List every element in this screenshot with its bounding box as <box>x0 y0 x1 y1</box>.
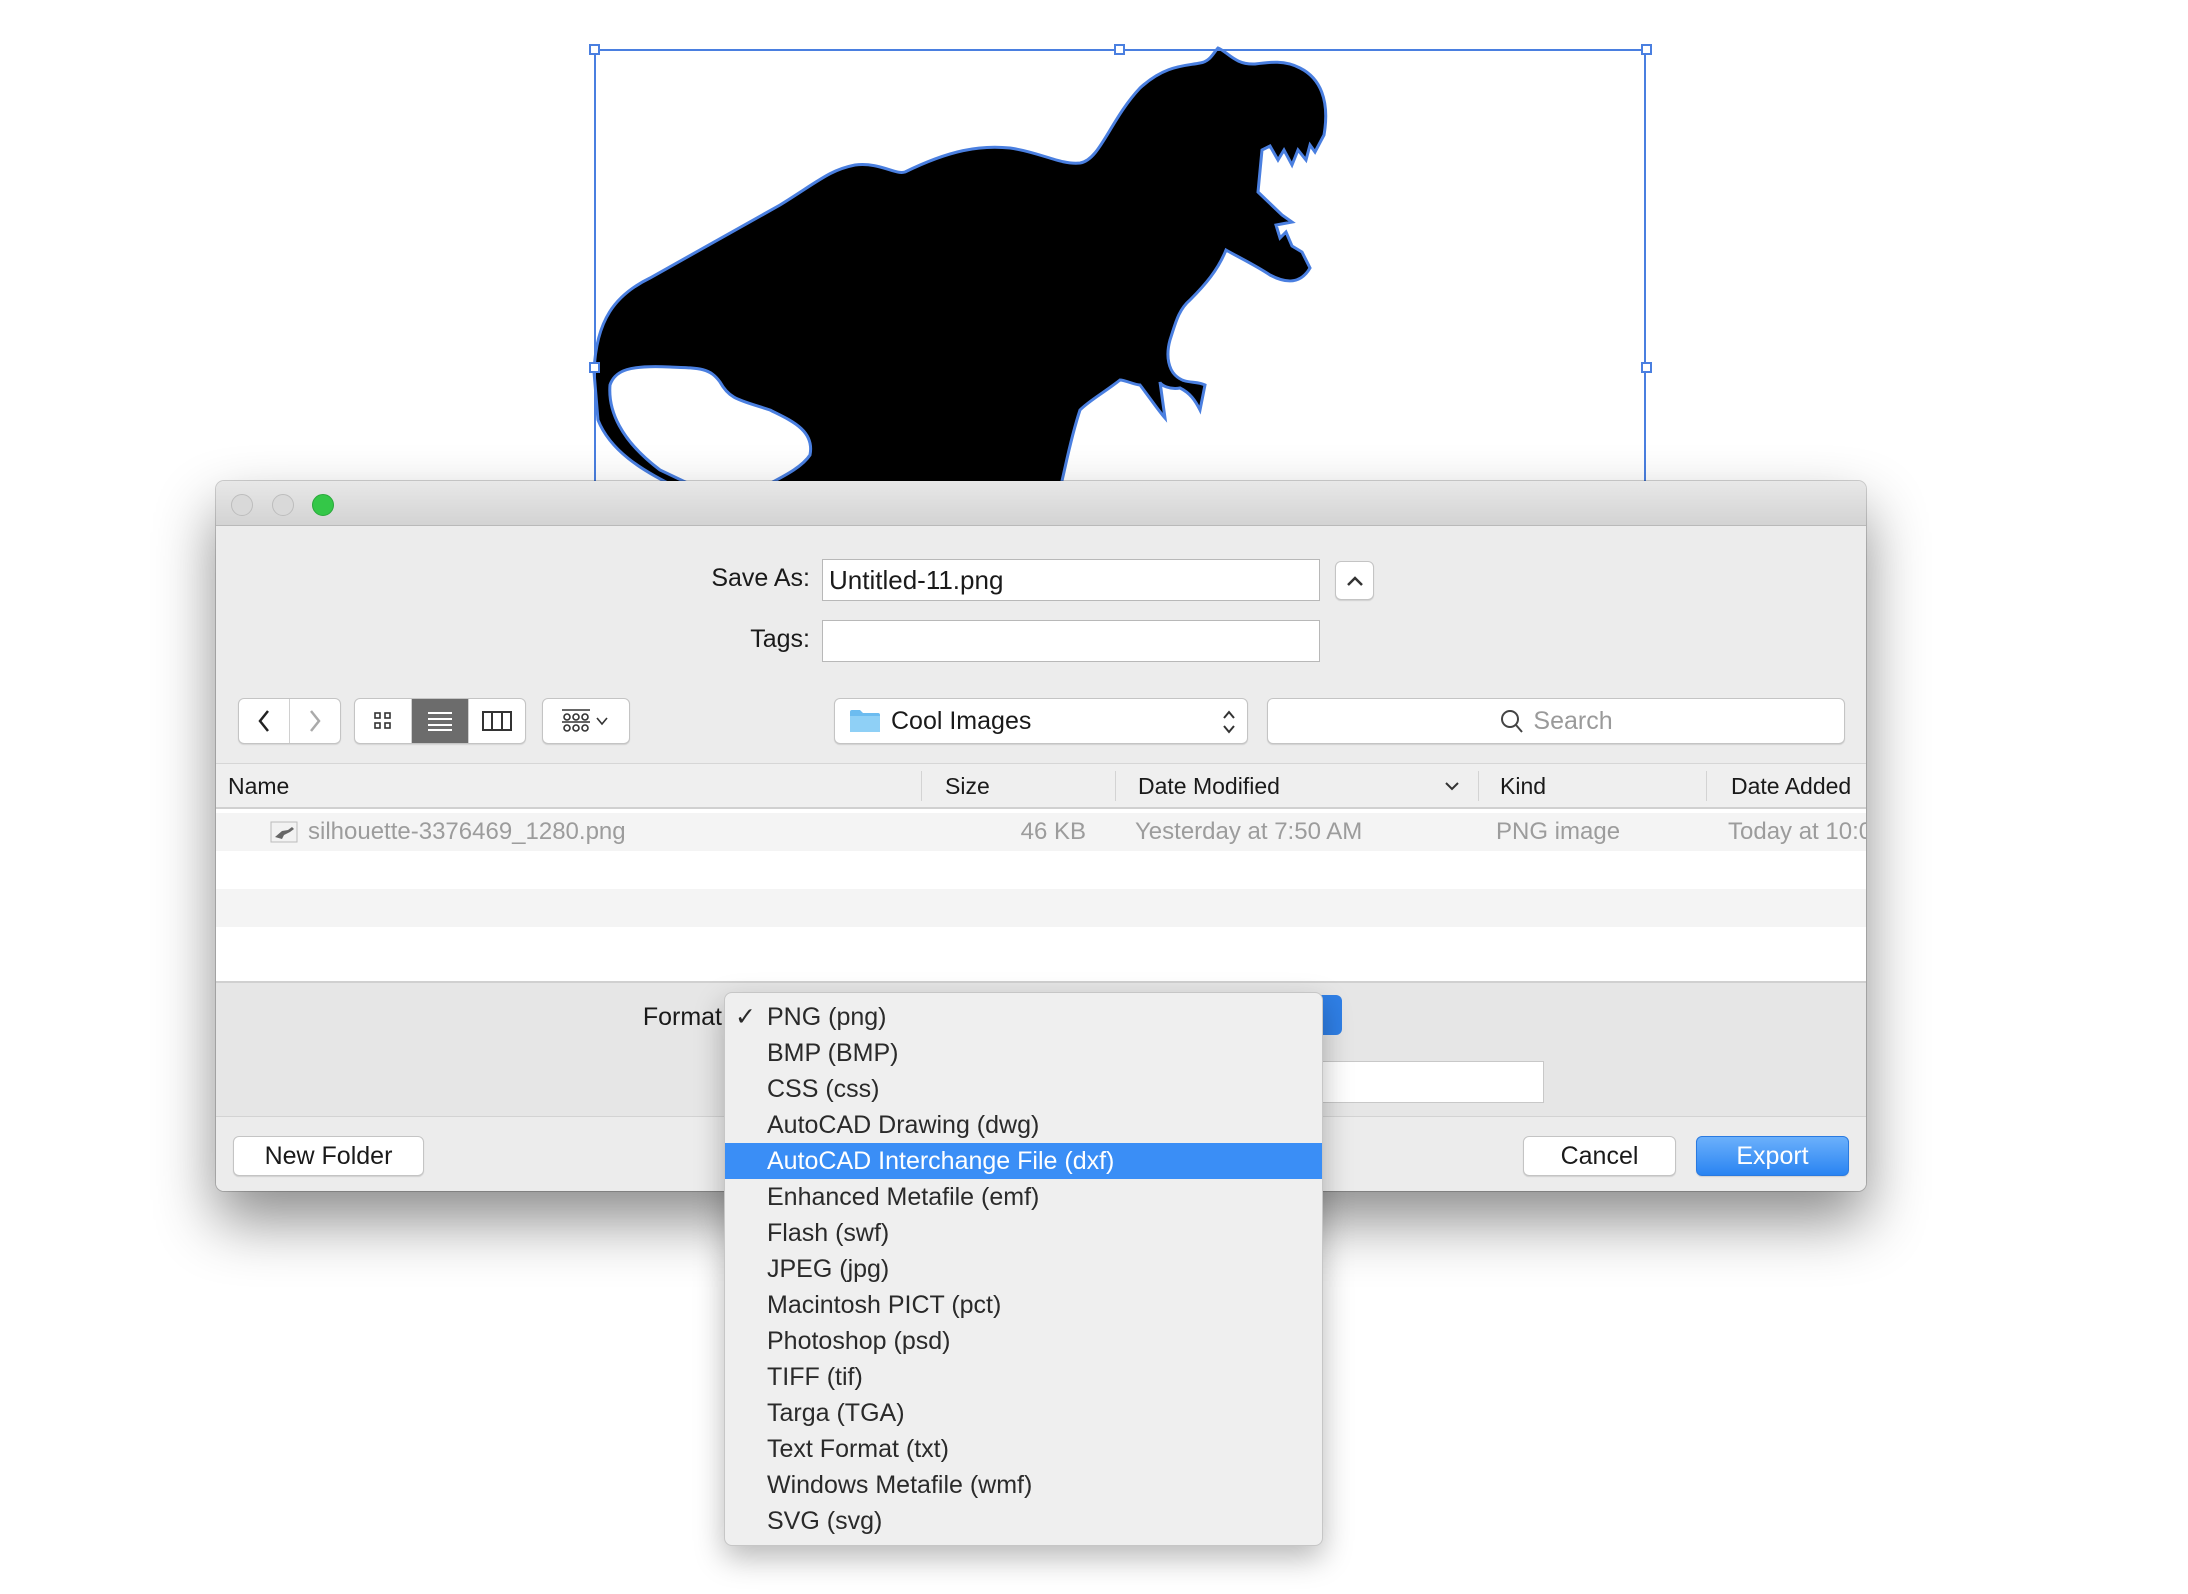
close-window-button[interactable] <box>231 494 253 516</box>
empty-row <box>216 927 1866 965</box>
options-field[interactable] <box>1316 1061 1544 1103</box>
chevron-left-icon <box>258 710 269 732</box>
format-menu-item-label: TIFF (tif) <box>767 1363 863 1391</box>
column-view-button[interactable] <box>469 699 525 743</box>
empty-row <box>216 889 1866 927</box>
arrange-menu-button[interactable] <box>542 698 630 744</box>
format-menu-item[interactable]: Macintosh PICT (pct) <box>725 1287 1322 1323</box>
file-date-added: Today at 10:0 <box>1728 818 1866 845</box>
format-menu-item[interactable]: Text Format (txt) <box>725 1431 1322 1467</box>
format-menu-item[interactable]: TIFF (tif) <box>725 1359 1322 1395</box>
chevron-right-icon <box>310 710 321 732</box>
search-icon <box>1501 710 1524 733</box>
format-menu-item[interactable]: Photoshop (psd) <box>725 1323 1322 1359</box>
location-name: Cool Images <box>891 706 1032 735</box>
resize-handle-middle-left[interactable] <box>589 362 600 373</box>
zoom-window-button[interactable] <box>312 494 334 516</box>
file-name: silhouette-3376469_1280.png <box>308 818 626 845</box>
file-row[interactable]: silhouette-3376469_1280.png 46 KB Yester… <box>216 813 1866 851</box>
png-file-icon <box>270 821 298 843</box>
up-down-chevron-icon <box>1223 710 1235 734</box>
format-menu-item[interactable]: CSS (css) <box>725 1071 1322 1107</box>
format-menu-item[interactable]: Enhanced Metafile (emf) <box>725 1179 1322 1215</box>
save-as-input[interactable]: Untitled-11.png <box>822 559 1320 601</box>
list-view-button[interactable] <box>412 699 469 743</box>
column-header-name[interactable]: Name <box>228 764 289 808</box>
back-button[interactable] <box>239 699 290 743</box>
format-menu-item[interactable]: SVG (svg) <box>725 1503 1322 1539</box>
chevron-up-icon <box>1346 575 1363 586</box>
format-menu-item-label: JPEG (jpg) <box>767 1255 890 1283</box>
forward-button[interactable] <box>290 699 340 743</box>
icon-grid-icon <box>374 712 391 729</box>
format-menu-item[interactable]: Windows Metafile (wmf) <box>725 1467 1322 1503</box>
format-menu-item-label: Enhanced Metafile (emf) <box>767 1183 1040 1211</box>
save-as-label: Save As: <box>711 564 810 592</box>
search-field[interactable]: Search <box>1267 698 1845 744</box>
format-menu-item-label: Text Format (txt) <box>767 1435 949 1463</box>
resize-handle-top-left[interactable] <box>589 44 600 55</box>
column-header-date-modified[interactable]: Date Modified <box>1138 764 1280 808</box>
format-dropdown-menu: ✓ PNG (png) BMP (BMP) CSS (css) AutoCAD Draw… <box>724 992 1323 1546</box>
format-menu-item-label: Windows Metafile (wmf) <box>767 1471 1033 1499</box>
format-menu-item[interactable]: BMP (BMP) <box>725 1035 1322 1071</box>
format-menu-item[interactable]: ✓ PNG (png) <box>725 999 1322 1035</box>
checkmark-icon: ✓ <box>735 1003 756 1031</box>
format-menu-item-label: AutoCAD Drawing (dwg) <box>767 1111 1040 1139</box>
file-list-header: Name Size Date Modified Kind Date Added <box>216 763 1866 809</box>
format-menu-item-label: PNG (png) <box>767 1003 887 1031</box>
format-menu-item-label: Targa (TGA) <box>767 1399 905 1427</box>
file-date-modified: Yesterday at 7:50 AM <box>1135 818 1363 845</box>
format-menu-item[interactable]: Flash (swf) <box>725 1215 1322 1251</box>
minimize-window-button[interactable] <box>272 494 294 516</box>
file-list: Name Size Date Modified Kind Date Added … <box>216 763 1866 981</box>
expand-dialog-button[interactable] <box>1335 561 1374 600</box>
format-menu-item-label: Photoshop (psd) <box>767 1327 951 1355</box>
list-icon <box>428 712 452 731</box>
column-header-date-added[interactable]: Date Added <box>1731 764 1851 808</box>
export-button[interactable]: Export <box>1696 1136 1849 1176</box>
format-menu-item-label: BMP (BMP) <box>767 1039 899 1067</box>
empty-row <box>216 851 1866 889</box>
tags-label: Tags: <box>750 625 810 653</box>
format-label: Format <box>642 1003 722 1031</box>
selection-bounding-box[interactable] <box>594 49 1646 489</box>
navigation-buttons <box>238 698 341 744</box>
format-menu-item[interactable]: Targa (TGA) <box>725 1395 1322 1431</box>
icon-view-button[interactable] <box>355 699 412 743</box>
format-menu-item[interactable]: AutoCAD Drawing (dwg) <box>725 1107 1322 1143</box>
folder-icon <box>850 710 880 732</box>
cancel-button[interactable]: Cancel <box>1523 1136 1676 1176</box>
format-menu-item-label: Flash (swf) <box>767 1219 890 1247</box>
column-header-size[interactable]: Size <box>945 764 990 808</box>
file-size: 46 KB <box>1020 818 1086 845</box>
format-menu-item-label: AutoCAD Interchange File (dxf) <box>767 1147 1115 1175</box>
file-kind: PNG image <box>1496 818 1621 845</box>
format-menu-item-label: Macintosh PICT (pct) <box>767 1291 1002 1319</box>
format-menu-item[interactable]: AutoCAD Interchange File (dxf) <box>725 1143 1322 1179</box>
arrange-icon <box>562 709 608 732</box>
column-header-kind[interactable]: Kind <box>1500 764 1546 808</box>
resize-handle-middle-right[interactable] <box>1641 362 1652 373</box>
sort-descending-icon <box>1445 782 1459 791</box>
location-popup[interactable]: Cool Images <box>834 698 1248 744</box>
tags-input[interactable] <box>822 620 1320 662</box>
new-folder-button[interactable]: New Folder <box>233 1136 424 1176</box>
search-placeholder: Search <box>1533 706 1613 735</box>
title-bar <box>216 481 1866 526</box>
format-menu-item-label: SVG (svg) <box>767 1507 883 1535</box>
columns-icon <box>482 711 512 731</box>
format-menu-item[interactable]: JPEG (jpg) <box>725 1251 1322 1287</box>
format-menu-item-label: CSS (css) <box>767 1075 880 1103</box>
resize-handle-top-right[interactable] <box>1641 44 1652 55</box>
view-mode-segmented-control <box>354 698 526 744</box>
resize-handle-top-middle[interactable] <box>1114 44 1125 55</box>
